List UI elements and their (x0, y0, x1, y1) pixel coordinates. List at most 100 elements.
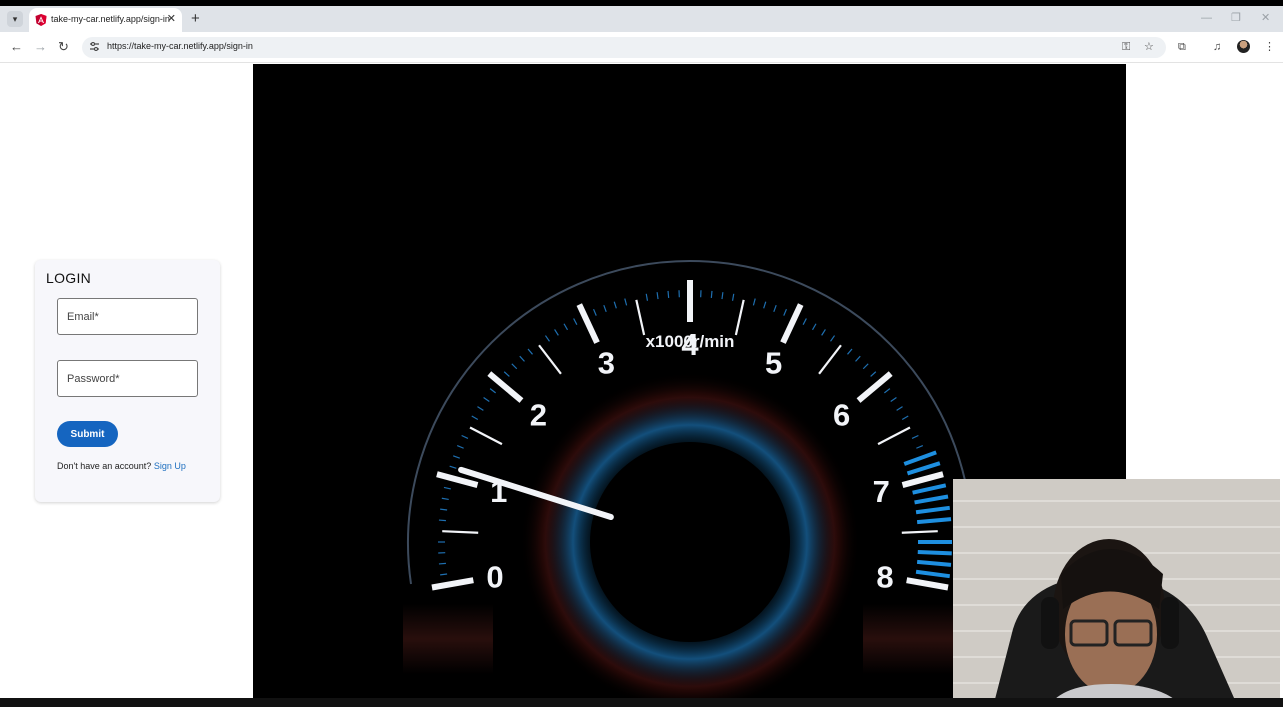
extensions-button[interactable]: ⧉ (1178, 40, 1186, 54)
gauge-minor-tick (818, 344, 842, 375)
signup-prompt-text: Don't have an account? (57, 461, 152, 471)
gauge-minor-tick (645, 293, 649, 301)
gauge-minor-tick (538, 344, 562, 375)
tab-search-button[interactable]: ▾ (7, 11, 23, 27)
password-key-button[interactable]: ⚿ (1122, 40, 1130, 54)
gauge-minor-tick (811, 323, 817, 331)
gauge-minor-tick (603, 304, 607, 312)
bottom-bar (0, 698, 1283, 707)
gauge-minor-tick (917, 549, 952, 556)
password-field[interactable] (57, 360, 198, 397)
gauge-minor-tick (915, 569, 951, 579)
signup-prompt: Don't have an account? Sign Up (57, 461, 186, 471)
gauge-minor-tick (773, 304, 777, 312)
gauge-major-tick (856, 371, 893, 403)
gauge-minor-tick (903, 450, 937, 466)
minimize-button[interactable]: — (1201, 12, 1212, 24)
gauge-minor-tick (624, 298, 628, 306)
gauge-minor-tick (906, 461, 941, 476)
gauge-minor-tick (667, 290, 670, 298)
restore-button[interactable]: ❐ (1231, 12, 1241, 24)
gauge-number: 2 (530, 398, 547, 433)
gauge-minor-tick (452, 455, 460, 459)
signup-link[interactable]: Sign Up (154, 461, 186, 471)
gauge-minor-tick (884, 388, 891, 394)
tab-title: take-my-car.netlify.app/sign-in (51, 14, 170, 24)
gauge-number: 5 (765, 346, 782, 381)
gauge-minor-tick (438, 519, 446, 522)
gauge-minor-tick (593, 308, 597, 316)
gauge-number: 8 (876, 559, 893, 594)
new-tab-button[interactable]: + (191, 11, 200, 26)
kebab-menu-icon: ⋮ (1264, 41, 1275, 53)
gauge-minor-tick (911, 434, 919, 440)
reload-button[interactable]: ↻ (58, 39, 69, 55)
gauge-minor-tick (544, 335, 550, 342)
gauge-minor-tick (802, 318, 807, 325)
gauge-minor-tick (912, 483, 947, 495)
webcam-person-image (953, 479, 1280, 707)
gauge-minor-tick (870, 371, 877, 377)
gauge-minor-tick (731, 293, 735, 301)
browser-tab[interactable]: take-my-car.netlify.app/sign-in ✕ (29, 8, 182, 32)
gauge-unit-label: x1000r/min (646, 332, 735, 351)
forward-button[interactable]: → (34, 39, 47, 55)
gauge-minor-tick (440, 508, 448, 511)
gauge-major-tick (901, 471, 944, 488)
gauge-minor-tick (449, 465, 457, 469)
gauge-minor-tick (441, 497, 449, 501)
gauge-minor-tick (613, 301, 617, 309)
puzzle-icon: ⧉ (1178, 41, 1186, 53)
gauge-minor-tick (440, 573, 448, 576)
password-input[interactable] (58, 361, 197, 396)
gauge-minor-tick (489, 388, 496, 394)
arrow-right-icon: → (34, 39, 47, 54)
key-icon: ⚿ (1122, 41, 1131, 53)
address-bar[interactable]: https://take-my-car.netlify.app/sign-in … (82, 37, 1166, 58)
gauge-minor-tick (862, 363, 869, 370)
gauge-minor-tick (563, 323, 569, 331)
close-window-button[interactable]: ✕ (1261, 12, 1270, 24)
reload-icon: ↻ (58, 39, 69, 54)
gauge-minor-tick (527, 348, 533, 355)
submit-button[interactable]: Submit (57, 421, 118, 447)
gauge-minor-tick (519, 355, 525, 362)
media-control-button[interactable]: ♫ (1213, 40, 1221, 54)
gauge-minor-tick (554, 329, 559, 336)
gauge-minor-tick (890, 396, 897, 402)
email-field[interactable] (57, 298, 198, 335)
gauge-number: 6 (833, 398, 850, 433)
bookmark-button[interactable]: ☆ (1144, 40, 1154, 54)
angular-logo-icon (35, 14, 47, 26)
gauge-minor-tick (896, 406, 903, 411)
gauge-minor-tick (573, 318, 578, 325)
chevron-down-icon: ▾ (12, 14, 18, 24)
browser-toolbar: ← → ↻ https://take-my-car.netlify.app/si… (0, 32, 1283, 63)
gauge-center (590, 442, 790, 642)
gauge-minor-tick (901, 415, 909, 421)
gauge-minor-tick (821, 329, 826, 336)
gauge-minor-tick (461, 434, 469, 440)
profile-avatar[interactable] (1237, 40, 1250, 53)
gauge-minor-tick (734, 299, 745, 336)
gauge-minor-tick (783, 308, 787, 316)
gauge-minor-tick (877, 426, 911, 446)
gauge-minor-tick (443, 486, 451, 490)
gauge-major-tick (487, 371, 524, 403)
email-input[interactable] (58, 299, 197, 334)
gauge-minor-tick (916, 559, 952, 567)
gauge-minor-tick (914, 494, 949, 505)
arrow-left-icon: ← (10, 39, 23, 54)
gauge-minor-tick (477, 406, 484, 411)
gauge-major-tick (906, 577, 949, 591)
gauge-minor-tick (511, 363, 518, 370)
tune-icon (90, 41, 99, 52)
gauge-minor-tick (916, 445, 924, 449)
tab-close-button[interactable]: ✕ (167, 12, 176, 26)
browser-window: ▾ take-my-car.netlify.app/sign-in ✕ + — … (0, 0, 1283, 707)
gauge-minor-tick (710, 290, 713, 298)
browser-menu-button[interactable]: ⋮ (1264, 40, 1275, 54)
gauge-minor-tick (469, 426, 503, 446)
login-card: LOGIN Submit Don't have an account? Sign… (35, 260, 220, 502)
back-button[interactable]: ← (10, 39, 23, 55)
